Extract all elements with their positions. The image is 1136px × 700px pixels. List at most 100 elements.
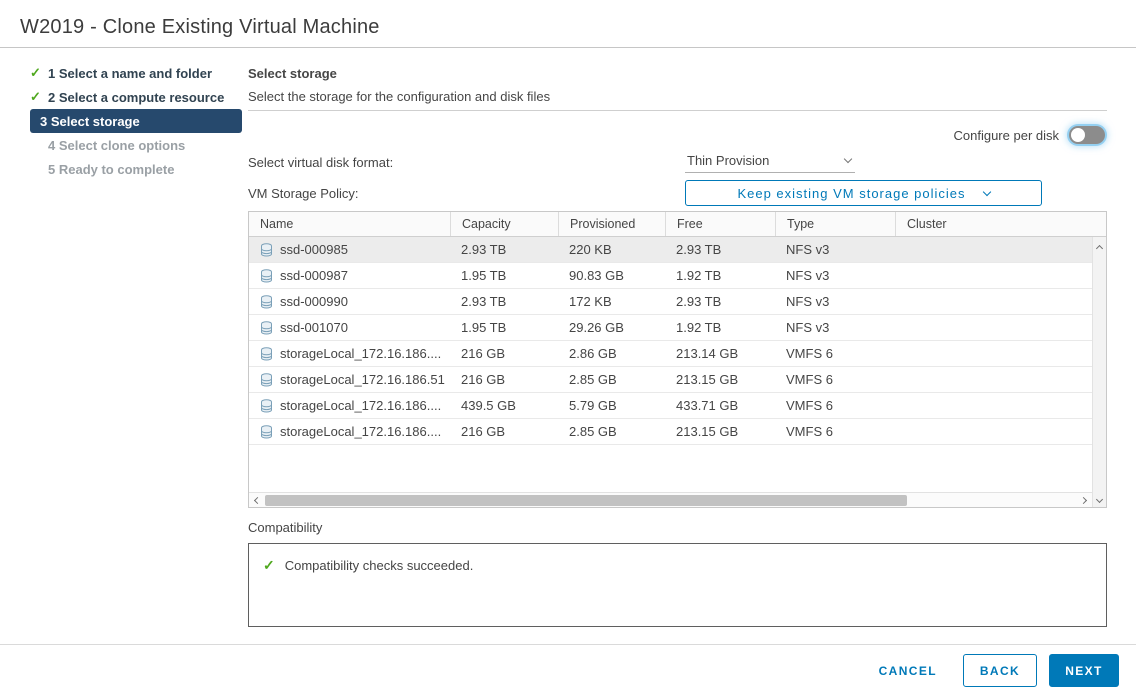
- cell-capacity: 216 GB: [450, 346, 558, 361]
- cell-free: 1.92 TB: [665, 320, 775, 335]
- column-header-type[interactable]: Type: [775, 212, 895, 236]
- cell-free: 213.15 GB: [665, 424, 775, 439]
- check-icon: ✓: [263, 557, 275, 574]
- cell-provisioned: 29.26 GB: [558, 320, 665, 335]
- cell-type: VMFS 6: [775, 372, 895, 387]
- cancel-button[interactable]: CANCEL: [865, 654, 951, 687]
- storage-policy-value: Keep existing VM storage policies: [737, 186, 965, 201]
- cell-capacity: 1.95 TB: [450, 268, 558, 283]
- step-label: 1 Select a name and folder: [48, 66, 212, 81]
- scrollbar-track[interactable]: [264, 495, 1077, 506]
- table-row[interactable]: storageLocal_172.16.186.... 216 GB 2.85 …: [249, 419, 1092, 445]
- cell-capacity: 1.95 TB: [450, 320, 558, 335]
- step-select-compute-resource[interactable]: ✓ 2 Select a compute resource: [0, 85, 248, 109]
- storage-policy-label: VM Storage Policy:: [248, 186, 685, 201]
- cell-type: NFS v3: [775, 294, 895, 309]
- cell-free: 433.71 GB: [665, 398, 775, 413]
- cell-type: NFS v3: [775, 268, 895, 283]
- section-subtitle: Select the storage for the configuration…: [248, 89, 550, 104]
- datastore-disk-icon: [260, 269, 273, 283]
- compatibility-label: Compatibility: [248, 520, 322, 535]
- horizontal-scrollbar[interactable]: [249, 492, 1092, 507]
- cell-type: VMFS 6: [775, 398, 895, 413]
- column-header-name[interactable]: Name: [249, 212, 450, 236]
- datastore-disk-icon: [260, 373, 273, 387]
- cell-type: VMFS 6: [775, 424, 895, 439]
- step-label: 5 Ready to complete: [48, 162, 174, 177]
- column-header-free[interactable]: Free: [665, 212, 775, 236]
- datastore-disk-icon: [260, 295, 273, 309]
- scrollbar-thumb[interactable]: [265, 495, 907, 506]
- cell-type: NFS v3: [775, 242, 895, 257]
- vertical-scrollbar[interactable]: [1092, 237, 1106, 507]
- table-row[interactable]: ssd-001070 1.95 TB 29.26 GB 1.92 TB NFS …: [249, 315, 1092, 341]
- step-label: 3 Select storage: [40, 114, 140, 129]
- datastore-name: storageLocal_172.16.186.51: [280, 372, 445, 387]
- cell-free: 2.93 TB: [665, 294, 775, 309]
- column-header-capacity[interactable]: Capacity: [450, 212, 558, 236]
- datastore-name: ssd-000987: [280, 268, 348, 283]
- datastore-table: Name Capacity Provisioned Free Type Clus…: [248, 211, 1107, 508]
- cell-provisioned: 172 KB: [558, 294, 665, 309]
- datastore-name: ssd-001070: [280, 320, 348, 335]
- section-title: Select storage: [248, 66, 337, 81]
- chevron-down-icon: [982, 187, 990, 195]
- datastore-name: ssd-000990: [280, 294, 348, 309]
- configure-per-disk-label: Configure per disk: [954, 128, 1060, 143]
- footer-actions: CANCEL BACK NEXT: [865, 654, 1119, 687]
- cell-capacity: 2.93 TB: [450, 294, 558, 309]
- table-row[interactable]: storageLocal_172.16.186.... 216 GB 2.86 …: [249, 341, 1092, 367]
- scroll-up-icon[interactable]: [1097, 242, 1102, 251]
- next-button[interactable]: NEXT: [1049, 654, 1119, 687]
- scroll-left-icon[interactable]: [253, 498, 260, 503]
- scroll-down-icon[interactable]: [1097, 500, 1102, 502]
- wizard-steps-nav: ✓ 1 Select a name and folder ✓ 2 Select …: [0, 61, 248, 181]
- step-select-storage-active[interactable]: 3 Select storage: [30, 109, 242, 133]
- column-header-cluster[interactable]: Cluster: [895, 212, 1106, 236]
- datastore-disk-icon: [260, 399, 273, 413]
- main-pane: Select storage Select the storage for th…: [248, 0, 1107, 700]
- cell-provisioned: 90.83 GB: [558, 268, 665, 283]
- table-row[interactable]: ssd-000985 2.93 TB 220 KB 2.93 TB NFS v3: [249, 237, 1092, 263]
- cell-type: VMFS 6: [775, 346, 895, 361]
- scroll-right-icon[interactable]: [1081, 498, 1088, 503]
- datastore-name: ssd-000985: [280, 242, 348, 257]
- disk-format-value: Thin Provision: [687, 153, 769, 168]
- cell-capacity: 216 GB: [450, 372, 558, 387]
- table-header-row: Name Capacity Provisioned Free Type Clus…: [249, 212, 1106, 237]
- table-row[interactable]: storageLocal_172.16.186.51 216 GB 2.85 G…: [249, 367, 1092, 393]
- datastore-disk-icon: [260, 321, 273, 335]
- back-button[interactable]: BACK: [963, 654, 1037, 687]
- disk-format-select[interactable]: Thin Provision: [685, 151, 855, 173]
- datastore-disk-icon: [260, 425, 273, 439]
- table-row[interactable]: ssd-000987 1.95 TB 90.83 GB 1.92 TB NFS …: [249, 263, 1092, 289]
- check-icon: ✓: [30, 89, 41, 105]
- cell-type: NFS v3: [775, 320, 895, 335]
- datastore-disk-icon: [260, 243, 273, 257]
- cell-capacity: 439.5 GB: [450, 398, 558, 413]
- compatibility-box: ✓ Compatibility checks succeeded.: [248, 543, 1107, 627]
- cell-provisioned: 5.79 GB: [558, 398, 665, 413]
- datastore-name: storageLocal_172.16.186....: [280, 398, 441, 413]
- disk-format-label: Select virtual disk format:: [248, 155, 685, 170]
- step-label: 2 Select a compute resource: [48, 90, 224, 105]
- configure-per-disk-toggle[interactable]: [1069, 126, 1105, 144]
- table-row[interactable]: storageLocal_172.16.186.... 439.5 GB 5.7…: [249, 393, 1092, 419]
- datastore-disk-icon: [260, 347, 273, 361]
- cell-provisioned: 220 KB: [558, 242, 665, 257]
- step-ready-to-complete: 5 Ready to complete: [0, 157, 248, 181]
- storage-policy-dropdown[interactable]: Keep existing VM storage policies: [685, 180, 1042, 206]
- step-select-name-folder[interactable]: ✓ 1 Select a name and folder: [0, 61, 248, 85]
- cell-free: 213.15 GB: [665, 372, 775, 387]
- step-label: 4 Select clone options: [48, 138, 185, 153]
- datastore-name: storageLocal_172.16.186....: [280, 346, 441, 361]
- column-header-provisioned[interactable]: Provisioned: [558, 212, 665, 236]
- cell-capacity: 2.93 TB: [450, 242, 558, 257]
- table-row[interactable]: ssd-000990 2.93 TB 172 KB 2.93 TB NFS v3: [249, 289, 1092, 315]
- check-icon: ✓: [30, 65, 41, 81]
- footer-divider: [0, 644, 1136, 645]
- chevron-down-icon: [844, 155, 852, 163]
- step-select-clone-options: 4 Select clone options: [0, 133, 248, 157]
- cell-free: 213.14 GB: [665, 346, 775, 361]
- cell-provisioned: 2.85 GB: [558, 424, 665, 439]
